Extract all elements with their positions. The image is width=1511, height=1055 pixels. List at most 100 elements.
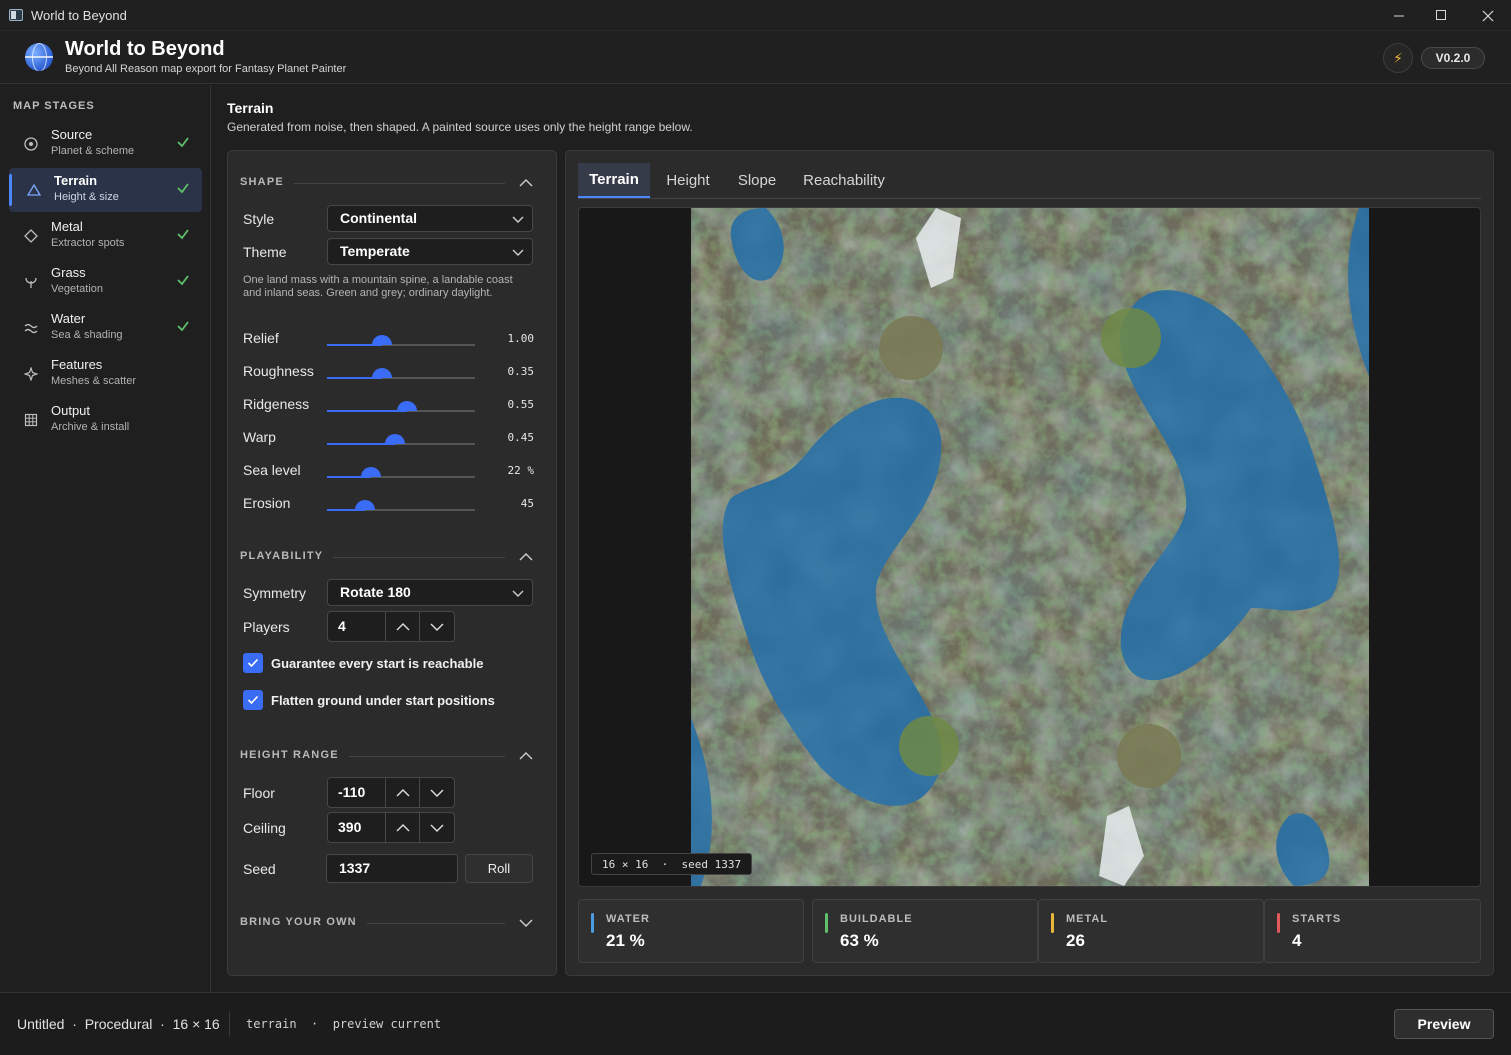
roughness-slider[interactable] (327, 368, 475, 382)
slider-thumb[interactable] (385, 434, 406, 444)
style-select[interactable]: Continental (327, 205, 533, 232)
decrement-button[interactable] (420, 612, 454, 641)
floor-stepper[interactable]: -110 (327, 777, 455, 808)
decrement-button[interactable] (420, 813, 454, 842)
sidebar-heading: MAP STAGES (13, 100, 95, 112)
sidebar-item-grass[interactable]: Grass Vegetation (9, 260, 202, 304)
sidebar-item-water[interactable]: Water Sea & shading (9, 306, 202, 350)
tab-terrain[interactable]: Terrain (578, 163, 650, 198)
slider-thumb[interactable] (371, 335, 392, 345)
stat-value: 21 % (606, 931, 645, 950)
chevron-up-icon (396, 823, 409, 831)
chevron-up-icon[interactable] (517, 174, 535, 192)
page-title: Terrain (227, 100, 274, 116)
symmetry-select[interactable]: Rotate 180 (327, 579, 533, 606)
style-value: Continental (340, 210, 417, 226)
slider-thumb[interactable] (371, 368, 392, 378)
slider-thumb[interactable] (355, 500, 376, 510)
sidebar-item-source[interactable]: Source Planet & scheme (9, 122, 202, 166)
sidebar-item-features[interactable]: Features Meshes & scatter (9, 352, 202, 396)
flatten-checkbox-label[interactable]: Flatten ground under start positions (271, 693, 495, 708)
version-badge: V0.2.0 (1421, 47, 1485, 69)
tab-height[interactable]: Height (654, 163, 722, 198)
erosion-slider[interactable] (327, 500, 475, 514)
section-title: SHAPE (240, 176, 294, 188)
increment-button[interactable] (386, 813, 420, 842)
minimize-icon (1393, 15, 1404, 17)
chevron-down-icon (430, 623, 444, 631)
seed-input[interactable]: 1337 (326, 854, 458, 883)
relief-slider[interactable] (327, 335, 475, 349)
floor-value[interactable]: -110 (328, 778, 386, 807)
stat-color-bar (1277, 913, 1280, 933)
chevron-down-icon (512, 590, 524, 597)
sidebar-item-desc: Height & size (54, 191, 119, 203)
ceiling-value[interactable]: 390 (328, 813, 386, 842)
sidebar-item-desc: Planet & scheme (51, 145, 135, 157)
terrain-map[interactable] (691, 208, 1369, 886)
theme-label: Theme (243, 244, 287, 260)
slider-thumb[interactable] (396, 401, 417, 411)
sidebar-item-label: Grass (51, 265, 86, 280)
theme-select[interactable]: Temperate (327, 238, 533, 265)
section-title: PLAYABILITY (240, 550, 334, 562)
chevron-up-icon[interactable] (517, 747, 535, 765)
stat-value: 26 (1066, 931, 1085, 950)
ridgeness-slider[interactable] (327, 401, 475, 415)
lightning-button[interactable]: ⚡ (1383, 43, 1413, 73)
increment-button[interactable] (386, 778, 420, 807)
decrement-button[interactable] (420, 778, 454, 807)
close-icon (1482, 10, 1494, 21)
map-viewport[interactable]: 16 × 16 · seed 1337 (578, 207, 1481, 887)
players-value[interactable]: 4 (328, 612, 386, 641)
flatten-checkbox[interactable] (243, 690, 263, 710)
reachable-checkbox-label[interactable]: Guarantee every start is reachable (271, 656, 483, 671)
sidebar-item-output[interactable]: Output Archive & install (9, 398, 202, 442)
chevron-down-icon (430, 789, 444, 797)
stat-card-starts: STARTS 4 (1264, 899, 1481, 963)
check-icon (247, 695, 259, 705)
section-shape-header[interactable]: SHAPE (240, 173, 535, 193)
stat-value: 4 (1292, 931, 1302, 950)
sea-level-slider[interactable] (327, 467, 475, 481)
section-height-range-header[interactable]: HEIGHT RANGE (240, 746, 535, 766)
sidebar-item-desc: Extractor spots (51, 237, 125, 249)
app-window-icon (9, 9, 23, 21)
chevron-down-icon (512, 216, 524, 223)
sidebar-item-label: Source (51, 127, 93, 142)
slider-label: Sea level (243, 462, 301, 478)
stat-card-metal: METAL 26 (1038, 899, 1264, 963)
sidebar-item-desc: Archive & install (51, 421, 130, 433)
chevron-down-icon[interactable] (517, 914, 535, 932)
minimize-button[interactable] (1376, 0, 1422, 31)
slider-value: 0.55 (507, 398, 535, 411)
maximize-button[interactable] (1418, 0, 1464, 31)
increment-button[interactable] (386, 612, 420, 641)
waves-icon (23, 320, 39, 336)
window-titlebar: World to Beyond (0, 0, 1511, 31)
lightning-icon: ⚡ (1393, 49, 1403, 66)
sidebar-item-label: Water (51, 311, 86, 326)
sidebar-item-terrain[interactable]: Terrain Height & size (9, 168, 202, 212)
section-bring-your-own-header[interactable]: BRING YOUR OWN (240, 913, 535, 933)
stat-card-water: WATER 21 % (578, 899, 804, 963)
reachable-checkbox[interactable] (243, 653, 263, 673)
tab-slope[interactable]: Slope (728, 163, 786, 198)
chevron-up-icon[interactable] (517, 548, 535, 566)
players-stepper[interactable]: 4 (327, 611, 455, 642)
tab-reachability[interactable]: Reachability (794, 163, 894, 198)
slider-thumb[interactable] (361, 467, 382, 477)
stat-label: BUILDABLE (840, 913, 913, 925)
preview-button[interactable]: Preview (1394, 1009, 1494, 1039)
roll-button[interactable]: Roll (465, 854, 533, 883)
ceiling-stepper[interactable]: 390 (327, 812, 455, 843)
stat-color-bar (825, 913, 828, 933)
warp-slider[interactable] (327, 434, 475, 448)
sidebar-item-metal[interactable]: Metal Extractor spots (9, 214, 202, 258)
slider-value: 45 (520, 497, 534, 510)
section-playability-header[interactable]: PLAYABILITY (240, 547, 535, 567)
check-icon (177, 321, 189, 332)
stat-label: STARTS (1292, 913, 1342, 925)
close-button[interactable] (1465, 0, 1511, 31)
app-subtitle: Beyond All Reason map export for Fantasy… (65, 63, 347, 75)
